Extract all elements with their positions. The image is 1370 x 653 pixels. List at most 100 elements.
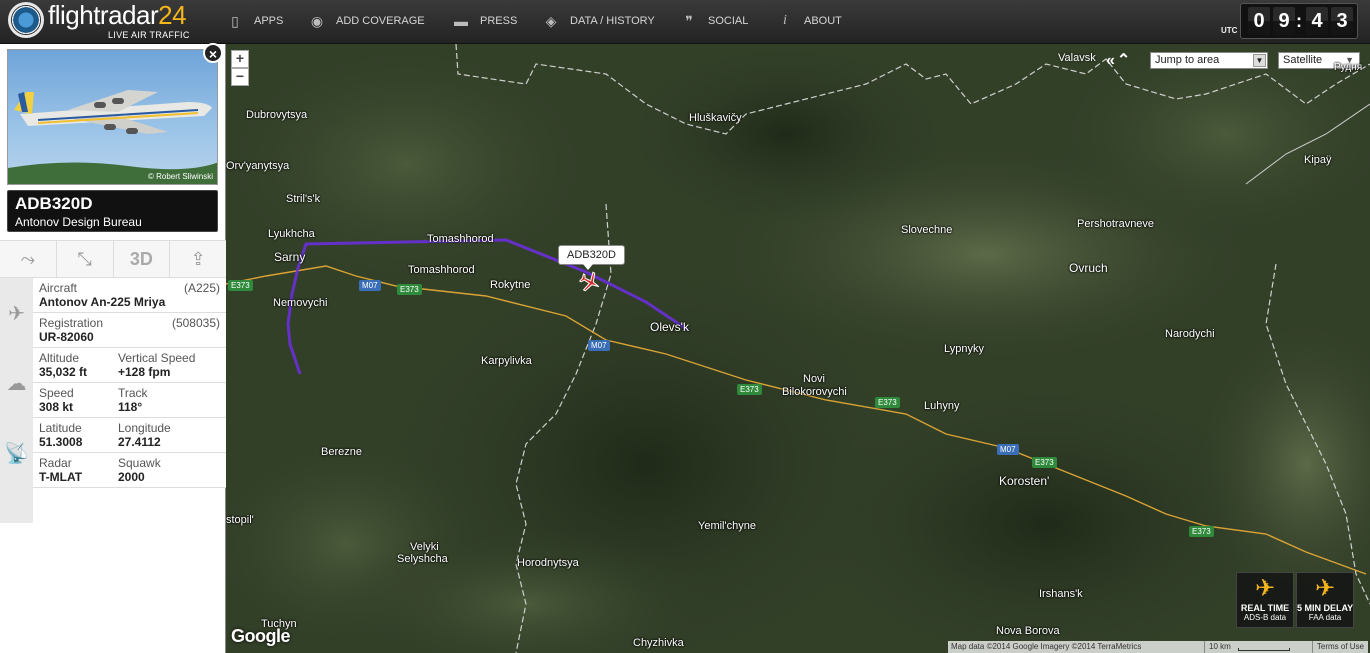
nav-press[interactable]: ▬ PRESS [452, 13, 517, 29]
collapse-arrows-icon[interactable]: «⌃ [1106, 50, 1132, 70]
town-label: Selyshcha [397, 553, 448, 565]
attribution-text: Map data ©2014 Google Imagery ©2014 Terr… [951, 642, 1142, 651]
speed-label: Speed [39, 386, 74, 400]
squawk-label: Squawk [118, 456, 161, 470]
registration-value: UR-82060 [39, 330, 94, 344]
badge-title: REAL TIME [1240, 603, 1290, 613]
altitude-row: Altitude 35,032 ft Vertical Speed +128 f… [33, 348, 226, 383]
town-label: Nemovychi [273, 297, 328, 309]
clock-digit: 3 [1331, 7, 1353, 35]
nav-apps[interactable]: ▯ APPS [226, 13, 283, 29]
nav-add-coverage[interactable]: ◉ ADD COVERAGE [308, 13, 425, 29]
longitude-label: Longitude [118, 421, 171, 435]
flight-callsign-label[interactable]: ADB320D [558, 245, 625, 270]
aircraft-value: Antonov An-225 Mriya [39, 295, 166, 309]
map-view[interactable]: + − Valavsk «⌃ Jump to area ▼ Satellite ▼ … [226, 44, 1370, 653]
info-icon: i [783, 13, 787, 28]
utc-clock: UTC 0 9 : 4 3 [1221, 3, 1358, 39]
jump-to-area-select[interactable]: Jump to area ▼ [1150, 52, 1268, 69]
utc-label: UTC [1221, 26, 1238, 35]
town-label: Tomashhorod [427, 233, 494, 245]
town-label: Ovruch [1069, 261, 1108, 275]
radar-label: Radar [39, 456, 72, 470]
clock-digit: 9 [1273, 7, 1295, 35]
radar-dish-icon: 📡 [0, 418, 33, 488]
road-shield: E373 [1189, 526, 1214, 537]
road-shield: M07 [359, 280, 381, 291]
town-label: Pershotravneve [1077, 218, 1155, 230]
clock-digit: 0 [1248, 7, 1270, 35]
town-label: Luhyny [924, 400, 960, 412]
database-icon: ◈ [545, 12, 557, 29]
aircraft-photo[interactable]: © Robert Sliwinski [7, 49, 218, 185]
road-shield: M07 [997, 444, 1019, 455]
zoom-in-button[interactable]: + [231, 50, 249, 68]
center-button[interactable]: ⤡ [56, 241, 114, 277]
aircraft-marker-icon[interactable] [578, 270, 602, 294]
radar-value: T-MLAT [39, 470, 83, 484]
vertical-speed-label: Vertical Speed [118, 351, 196, 365]
town-label: Olevs'k [650, 320, 689, 334]
town-label: Irshans'k [1039, 588, 1083, 600]
track-label: Track [118, 386, 148, 400]
town-label: Velyki [410, 541, 439, 553]
delay-badge[interactable]: ✈ 5 MIN DELAY FAA data [1296, 572, 1354, 628]
latitude-label: Latitude [39, 421, 82, 435]
cloud-icon: ☁ [0, 348, 33, 418]
town-label: Stril's'k [286, 193, 321, 205]
longitude-value: 27.4112 [118, 435, 161, 449]
speech-icon: ▬ [454, 13, 468, 29]
vertical-speed-value: +128 fpm [118, 365, 171, 379]
real-time-badge[interactable]: ✈ REAL TIME ADS-B data [1236, 572, 1294, 628]
map-scale: 10 km [1204, 641, 1235, 653]
photo-credit: © Robert Sliwinski [147, 172, 213, 181]
town-label: stopil' [226, 514, 254, 526]
town-label: Chyzhivka [633, 637, 684, 649]
share-button[interactable]: ⇪ [170, 241, 226, 277]
side-spacer [0, 488, 33, 523]
road-shield: M07 [588, 340, 610, 351]
squawk-value: 2000 [118, 470, 145, 484]
nav-about[interactable]: i ABOUT [776, 13, 842, 29]
3d-view-button[interactable]: 3D [113, 241, 171, 277]
badge-subtitle: FAA data [1308, 613, 1342, 622]
town-label: Dubrovytsya [246, 109, 308, 121]
badge-title: 5 MIN DELAY [1297, 603, 1354, 613]
town-label: Korosten' [999, 474, 1050, 488]
dropdown-arrow-icon: ▼ [1253, 54, 1266, 67]
nav-data-history[interactable]: ◈ DATA / HISTORY [542, 13, 655, 29]
town-label: Lyukhcha [268, 228, 315, 240]
town-label: Рудня [1334, 62, 1363, 73]
radar-row: Radar T-MLAT Squawk 2000 [33, 453, 226, 488]
town-label: Novi [803, 373, 826, 385]
latitude-value: 51.3008 [39, 435, 83, 449]
aircraft-code: (A225) [183, 281, 220, 295]
logo-subtitle: LIVE AIR TRAFFIC [108, 30, 190, 40]
route-button[interactable]: ⤳ [0, 241, 57, 277]
close-panel-button[interactable]: × [203, 43, 223, 63]
speed-row: Speed 308 kt Track 118° [33, 383, 226, 418]
airline-name: Antonov Design Bureau [15, 215, 142, 229]
nav-social[interactable]: ❞ SOCIAL [680, 13, 748, 29]
flightradar24-logo[interactable]: flightradar24 LIVE AIR TRAFFIC [8, 0, 218, 42]
zoom-out-button[interactable]: − [231, 68, 249, 86]
radar-logo-icon [8, 2, 44, 38]
town-label: Hluškavičy [689, 112, 742, 124]
plane-icon: ✈ [0, 278, 33, 348]
phone-icon: ▯ [231, 12, 239, 29]
badge-subtitle: ADS-B data [1243, 613, 1287, 622]
terms-link[interactable]: Terms of Use [1311, 641, 1364, 653]
scale-bar [1238, 648, 1290, 651]
town-label: Bilokorovychi [782, 386, 847, 398]
town-label: Slovechne [901, 224, 953, 236]
altitude-value: 35,032 ft [39, 365, 88, 379]
town-label: Karpylivka [481, 355, 532, 367]
registration-row: Registration UR-82060 (508035) [33, 313, 226, 348]
altitude-label: Altitude [39, 351, 80, 365]
road-shield: E373 [875, 397, 900, 408]
town-label: Horodnytsya [517, 557, 579, 569]
speed-value: 308 kt [39, 400, 74, 414]
town-label: Tomashhorod [408, 264, 475, 276]
road-shield: E373 [228, 280, 253, 291]
position-row: Latitude 51.3008 Longitude 27.4112 [33, 418, 226, 453]
